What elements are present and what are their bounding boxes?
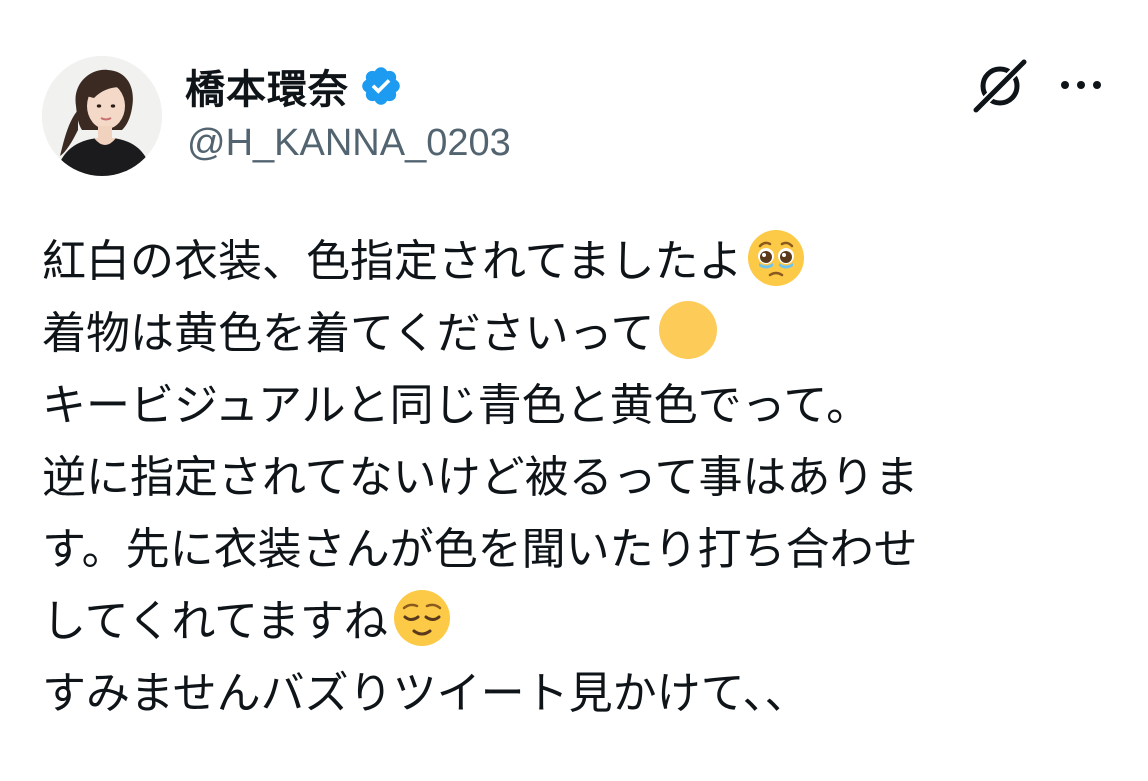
tweet-line-text: す。先に衣装さんが色を聞いたり打ち合わせ xyxy=(42,524,918,575)
tweet-line-text: 着物は黄色を着てくださいって xyxy=(42,308,655,359)
yellow-circle-emoji xyxy=(659,301,718,359)
tweet-line: してくれてますね xyxy=(42,586,1102,658)
tweet-card: 橋本環奈 @H_KANNA_0203 紅白の衣装、色指定されてましたよ 着物は黄… xyxy=(0,0,1148,781)
tweet-line: キービジュアルと同じ青色と黄色でって。 xyxy=(42,370,1102,442)
tweet-text: 紅白の衣装、色指定されてましたよ 着物は黄色を着てくださいって キービジュアルと… xyxy=(42,226,1102,730)
grok-icon[interactable] xyxy=(968,58,1032,114)
tweet-line: すみませんバズりツイート見かけて、、 xyxy=(42,658,1102,730)
tweet-line: す。先に衣装さんが色を聞いたり打ち合わせ xyxy=(42,514,1102,586)
tweet-line: 逆に指定されてないけど被るって事はありま xyxy=(42,442,1102,514)
avatar-photo xyxy=(42,56,162,176)
author-name-row: 橋本環奈 xyxy=(185,58,403,114)
author-handle[interactable]: @H_KANNA_0203 xyxy=(187,122,511,165)
tweet-line-text: してくれてますね xyxy=(42,596,388,647)
verified-badge-icon[interactable] xyxy=(359,64,403,108)
tweet-line-text: 逆に指定されてないけど被るって事はありま xyxy=(42,452,919,503)
tweet-line: 着物は黄色を着てくださいって xyxy=(42,298,1102,370)
pleading-face-emoji xyxy=(748,230,805,286)
tweet-line-text: キービジュアルと同じ青色と黄色でって。 xyxy=(42,380,871,431)
tweet-line-text: 紅白の衣装、色指定されてましたよ xyxy=(42,236,743,287)
relieved-face-emoji xyxy=(393,590,450,646)
avatar[interactable] xyxy=(42,56,162,176)
more-options-icon[interactable] xyxy=(1058,70,1104,100)
tweet-line-text: すみませんバズりツイート見かけて、、 xyxy=(42,668,809,719)
display-name[interactable]: 橋本環奈 xyxy=(185,57,349,115)
tweet-line: 紅白の衣装、色指定されてましたよ xyxy=(42,226,1102,298)
